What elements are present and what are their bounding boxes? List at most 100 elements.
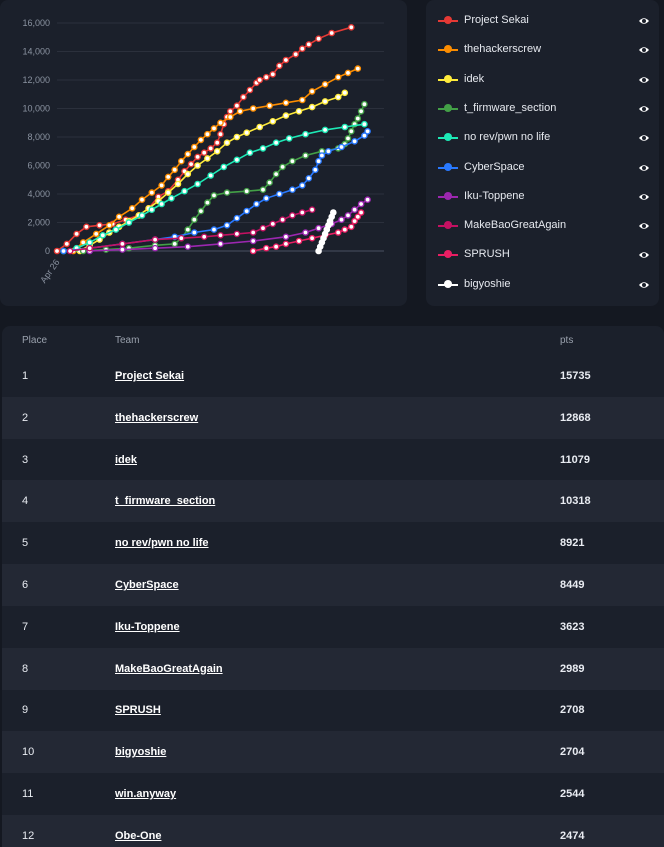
data-point [344, 135, 352, 142]
data-point [262, 244, 270, 252]
legend-item[interactable]: no rev/pwn no life [438, 128, 650, 148]
data-point [249, 105, 257, 112]
team-link[interactable]: t_firmware_section [115, 495, 215, 507]
data-point [66, 247, 74, 255]
data-point [351, 137, 358, 145]
team-link[interactable]: idek [115, 454, 137, 466]
data-point [361, 120, 368, 128]
team-link[interactable]: no rev/pwn no life [115, 537, 209, 549]
place-cell: 10 [22, 746, 35, 759]
data-point [282, 56, 290, 64]
data-point [213, 139, 221, 146]
data-point [262, 194, 270, 202]
x-tick-label: Apr 26 [38, 257, 61, 284]
data-point [148, 206, 156, 213]
data-point [226, 108, 234, 115]
data-point [272, 170, 280, 178]
points-cell: 2474 [560, 829, 585, 842]
team-link[interactable]: win.anyway [115, 788, 176, 800]
data-point [302, 130, 309, 138]
team-link[interactable]: Obe-One [115, 830, 161, 842]
legend-item[interactable]: MakeBaoGreatAgain [438, 216, 650, 236]
data-point [217, 119, 224, 127]
points-cell: 8449 [560, 579, 585, 591]
eye-icon[interactable] [638, 15, 650, 27]
data-point [272, 139, 280, 146]
data-point [282, 112, 290, 119]
legend-item[interactable]: bigyoshie [438, 275, 650, 295]
place-cell: 8 [22, 662, 29, 675]
data-point [148, 189, 156, 196]
data-point [276, 190, 283, 198]
eye-icon[interactable] [638, 279, 650, 291]
data-point [184, 226, 192, 233]
legend-label: SPRUSH [464, 248, 510, 261]
team-link[interactable]: SPRUSH [115, 704, 161, 716]
legend-item[interactable]: SPRUSH [438, 245, 650, 265]
data-point [184, 170, 192, 178]
series-9 [315, 209, 337, 255]
data-point [315, 224, 322, 232]
data-point [302, 229, 309, 236]
data-point [305, 41, 313, 48]
data-point [269, 71, 277, 78]
y-tick-label: 14,000 [22, 47, 50, 57]
table-row: 10 bigyoshie 2704 [2, 731, 664, 774]
data-point [171, 240, 178, 248]
team-link[interactable]: CyberSpace [115, 579, 179, 591]
data-point [233, 102, 241, 109]
eye-icon[interactable] [638, 162, 650, 174]
eye-icon[interactable] [638, 132, 650, 144]
eye-icon[interactable] [638, 191, 650, 203]
data-point [298, 182, 306, 189]
data-point [259, 145, 267, 152]
scoreboard-table: Place Team pts 1 Project Sekai 15735 2 theha… [2, 326, 664, 847]
data-point [151, 244, 159, 252]
data-point [282, 233, 290, 241]
team-link[interactable]: thehackerscrew [115, 412, 198, 424]
data-point [308, 88, 316, 95]
data-point [341, 123, 349, 131]
y-tick-label: 6,000 [27, 161, 50, 171]
data-point [243, 187, 250, 195]
legend-item[interactable]: thehackerscrew [438, 40, 650, 60]
y-tick-label: 0 [45, 246, 50, 256]
data-point [328, 29, 336, 37]
data-point [223, 139, 231, 146]
data-point [276, 62, 283, 70]
legend-item[interactable]: Iku-Toppene [438, 187, 650, 207]
data-point [194, 153, 201, 161]
data-point [243, 129, 250, 136]
data-point [298, 45, 306, 53]
legend-item[interactable]: idek [438, 70, 650, 90]
points-cell: 2989 [560, 662, 585, 675]
team-link[interactable]: Iku-Toppene [115, 621, 180, 633]
legend-item[interactable]: CyberSpace [438, 158, 650, 178]
points-cell: 2704 [560, 746, 585, 759]
data-point [282, 240, 290, 248]
data-point [357, 108, 365, 115]
eye-icon[interactable] [638, 44, 650, 56]
eye-icon[interactable] [638, 103, 650, 115]
data-point [151, 236, 159, 243]
data-point [200, 233, 208, 241]
data-point [233, 230, 241, 238]
data-point [318, 152, 326, 159]
eye-icon[interactable] [638, 74, 650, 86]
team-link[interactable]: bigyoshie [115, 746, 166, 758]
y-tick-label: 12,000 [22, 75, 50, 85]
eye-icon[interactable] [638, 220, 650, 232]
points-cell: 8921 [560, 537, 585, 550]
place-cell: 5 [22, 537, 29, 550]
data-point [233, 156, 241, 164]
data-point [164, 173, 172, 181]
table-row: 9 SPRUSH 2708 [2, 689, 664, 731]
team-link[interactable]: MakeBaoGreatAgain [115, 663, 223, 675]
legend-item[interactable]: Project Sekai [438, 11, 650, 31]
legend-item[interactable]: t_firmware_section [438, 99, 650, 119]
team-link[interactable]: Project Sekai [115, 370, 184, 382]
eye-icon[interactable] [638, 249, 650, 261]
data-point [266, 179, 273, 186]
data-point [190, 216, 198, 223]
table-row: 6 CyberSpace 8449 [2, 564, 664, 606]
